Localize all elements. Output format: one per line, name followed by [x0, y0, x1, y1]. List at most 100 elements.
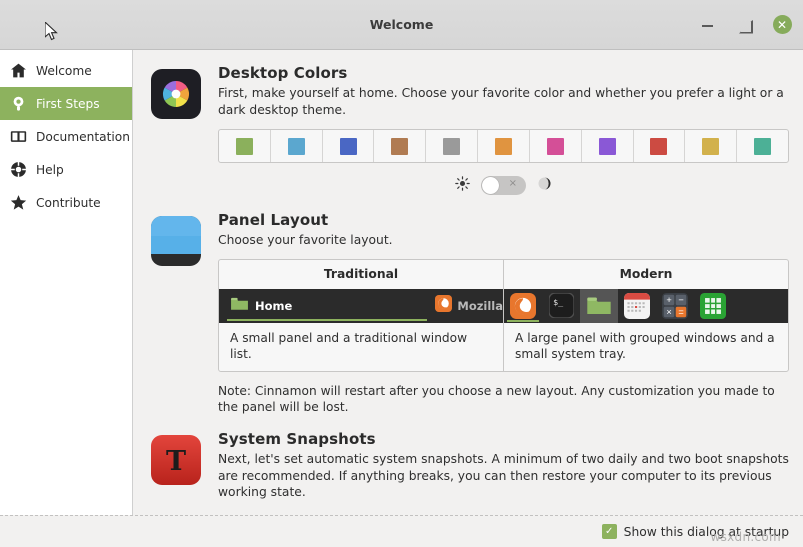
preview-app-terminal: $_ [542, 289, 580, 323]
panel-layout-note: Note: Cinnamon will restart after you ch… [218, 383, 775, 415]
window-title: Welcome [369, 17, 434, 32]
color-swatch-blue[interactable] [271, 130, 323, 163]
sidebar-item-label: Help [36, 162, 64, 177]
swatch-chip [287, 137, 305, 155]
toggle-knob [482, 177, 499, 195]
preview-app-calculator: + − × = [656, 289, 694, 323]
title-bar: Welcome ✕ [0, 0, 803, 50]
home-icon [10, 62, 27, 79]
swatch-chip [546, 137, 564, 155]
preview-app-spreadsheet [694, 289, 732, 323]
preview-app-calendar [618, 289, 656, 323]
close-icon: ✕ [772, 15, 792, 34]
page-title-system-snapshots: System Snapshots [218, 429, 376, 448]
panel-layout-description: Choose your favorite layout. [218, 233, 393, 248]
swatch-chip [391, 137, 409, 155]
svg-text:$_: $_ [553, 297, 564, 307]
minimize-button[interactable] [697, 14, 719, 36]
timeshift-icon: T [151, 434, 201, 485]
color-swatch-teal[interactable] [737, 130, 788, 162]
preview-app-files [580, 288, 618, 323]
sidebar-item-first-steps[interactable]: First Steps [0, 87, 132, 120]
modern-panel-preview: $_ + − × = [504, 288, 788, 323]
color-swatch-green[interactable] [219, 130, 271, 163]
active-app-underline [507, 319, 539, 322]
swatch-chip [598, 137, 616, 155]
section-panel-layout: Panel Layout Choose your favorite layout… [151, 211, 789, 372]
sidebar-item-contribute[interactable]: Contribute [0, 186, 132, 219]
swatch-chip [235, 137, 253, 155]
moon-icon [537, 176, 552, 195]
star-icon [10, 194, 27, 211]
color-swatch-red[interactable] [634, 130, 686, 163]
sidebar-item-label: Contribute [36, 195, 101, 210]
swatch-chip [650, 137, 668, 155]
layout-option-title: Traditional [323, 266, 399, 281]
color-swatch-yellow[interactable] [685, 130, 738, 163]
swatch-chip [339, 137, 357, 155]
color-swatch-purple[interactable] [582, 130, 634, 163]
maximize-button[interactable] [734, 14, 756, 36]
svg-text:T: T [166, 446, 186, 477]
page-title-panel-layout: Panel Layout [218, 211, 329, 230]
swatch-chip [443, 137, 461, 155]
folder-icon [230, 296, 249, 315]
sun-icon [455, 176, 470, 195]
sidebar-item-documentation[interactable]: Documentation [0, 120, 132, 153]
layout-option-modern[interactable]: Modern $_ + − × = A large panel with gro… [504, 260, 788, 371]
close-button[interactable]: ✕ [771, 14, 793, 36]
sidebar-item-label: Documentation [36, 129, 130, 144]
checkmark-icon: ✓ [601, 524, 617, 539]
svg-text:×: × [666, 307, 671, 317]
layout-option-description: A small panel and a traditional window l… [230, 330, 468, 361]
watermark: wsxdn.com [710, 530, 781, 544]
color-wheel-icon [151, 69, 201, 119]
firefox-icon [435, 295, 453, 316]
panel-icon [151, 216, 201, 267]
color-swatch-orange[interactable] [478, 130, 530, 163]
content-pane: Desktop Colors First, make yourself at h… [133, 50, 803, 515]
toggle-state-label: × [508, 178, 517, 190]
layout-option-title: Modern [619, 266, 673, 281]
system-snapshots-description: Next, let's set automatic system snapsho… [218, 451, 789, 500]
preview-window-home: Home [219, 289, 427, 323]
swatch-chip [494, 137, 512, 155]
dark-theme-toggle[interactable]: × [481, 176, 526, 196]
svg-text:−: − [678, 295, 683, 305]
layout-option-description: A large panel with grouped windows and a… [515, 330, 775, 361]
preview-window-label: Home [255, 298, 293, 313]
page-title-desktop-colors: Desktop Colors [218, 64, 348, 82]
section-system-snapshots: T System Snapshots Next, let's set autom… [151, 430, 789, 501]
svg-text:+: + [666, 295, 671, 305]
swatch-chip [702, 137, 720, 155]
window-controls: ✕ [697, 14, 793, 36]
sidebar-item-help[interactable]: Help [0, 153, 132, 186]
lightbulb-icon [10, 95, 27, 112]
sidebar: Welcome First Steps Documentation Help C… [0, 50, 133, 515]
swatch-chip [754, 137, 772, 155]
color-swatch-grey[interactable] [426, 130, 479, 163]
lifering-icon [10, 161, 27, 178]
desktop-colors-description: First, make yourself at home. Choose you… [218, 86, 784, 117]
bottom-bar: ✓ Show this dialog at startup wsxdn.com [0, 515, 803, 547]
sidebar-item-label: First Steps [36, 96, 100, 111]
welcome-window: Welcome ✕ Welcome First Steps Documentat… [0, 0, 803, 547]
sidebar-item-welcome[interactable]: Welcome [0, 54, 132, 87]
window-body: Welcome First Steps Documentation Help C… [0, 50, 803, 515]
color-swatch-brown[interactable] [374, 130, 427, 163]
preview-window-mozilla: Mozilla [435, 295, 503, 316]
color-swatch-pink[interactable] [530, 130, 582, 163]
color-swatch-indigo[interactable] [323, 130, 375, 163]
theme-toggle-row: × [218, 176, 789, 196]
layout-option-traditional[interactable]: Traditional Home Mozilla A small panel a… [219, 259, 504, 371]
svg-text:=: = [678, 307, 683, 317]
section-desktop-colors: Desktop Colors First, make yourself at h… [151, 64, 789, 196]
active-window-underline [227, 318, 427, 321]
color-swatch-row [218, 129, 789, 164]
book-icon [10, 128, 27, 145]
sidebar-item-label: Welcome [36, 63, 92, 78]
traditional-panel-preview: Home Mozilla [219, 288, 503, 323]
preview-window-label: Mozilla [457, 298, 503, 313]
panel-layout-options: Traditional Home Mozilla A small panel a… [218, 258, 789, 372]
preview-app-firefox [504, 289, 542, 323]
